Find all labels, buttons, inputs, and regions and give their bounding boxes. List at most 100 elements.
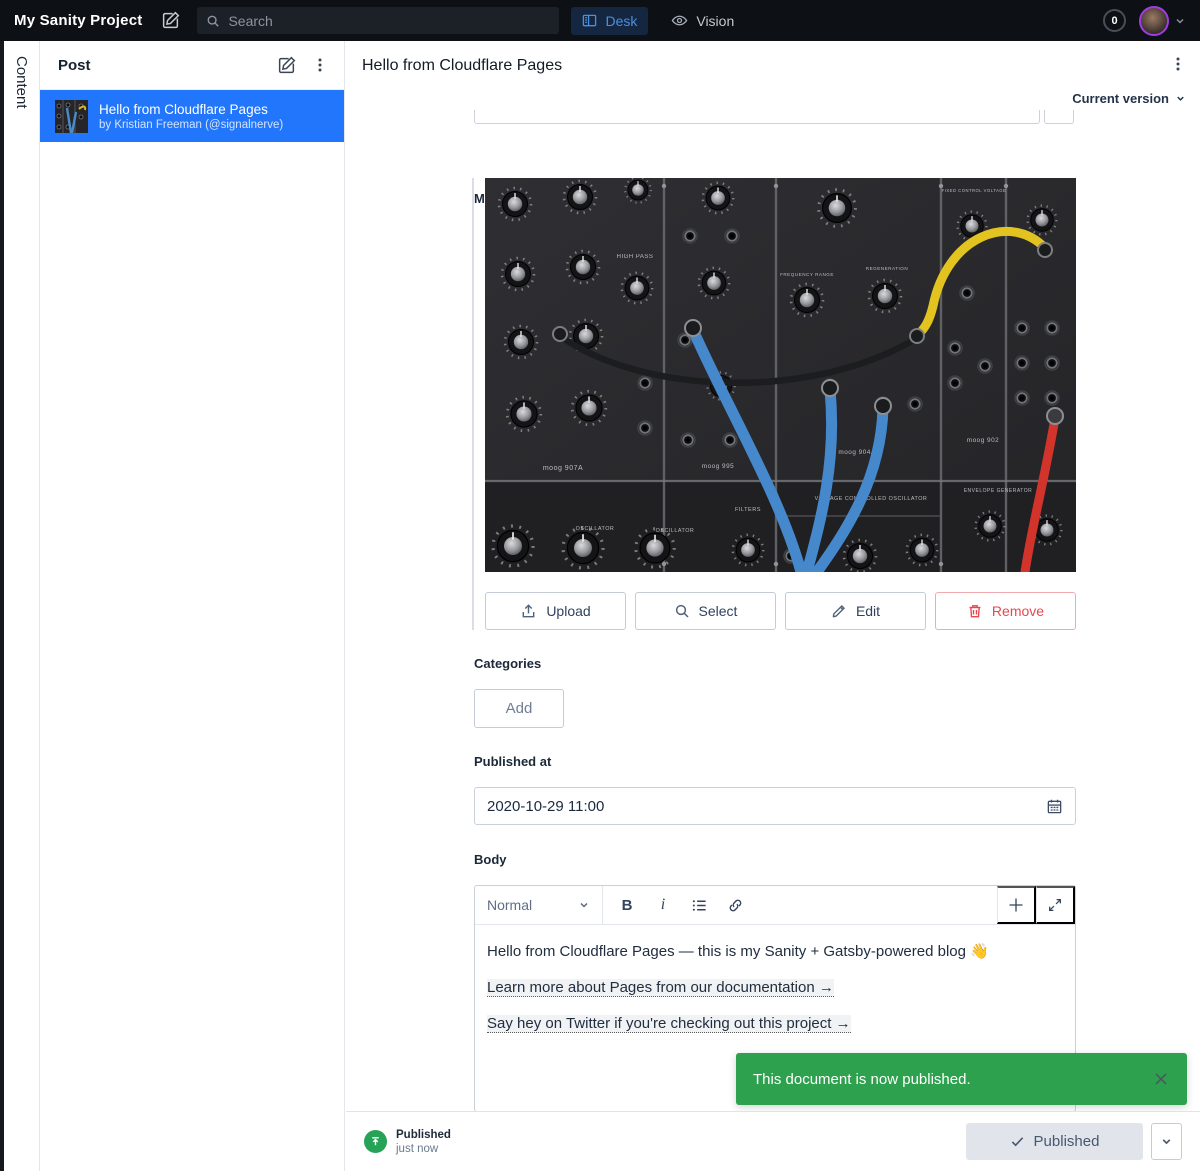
publish-toast: This document is now published. — [736, 1053, 1187, 1105]
body-paragraph: Hello from Cloudflare Pages — this is my… — [487, 943, 989, 960]
chevron-down-icon — [1176, 18, 1184, 24]
list-item-title: Hello from Cloudflare Pages — [99, 101, 268, 117]
publish-button[interactable]: Published — [966, 1123, 1143, 1160]
list-menu-button[interactable] — [312, 57, 328, 73]
bold-button[interactable]: B — [611, 890, 643, 920]
insert-block-button[interactable] — [997, 886, 1036, 924]
slug-field-partial[interactable] — [474, 110, 1040, 124]
list-item-thumbnail — [55, 99, 88, 133]
desk-icon — [583, 14, 597, 27]
list-item-subtitle: by Kristian Freeman (@signalnerve) — [99, 118, 284, 131]
synth-label: moog 904A — [838, 449, 875, 456]
chevron-down-icon — [1162, 1139, 1171, 1145]
published-at-label: Published at — [474, 754, 552, 769]
italic-button[interactable]: i — [647, 890, 679, 920]
check-icon — [1011, 1137, 1023, 1147]
top-navbar: My Sanity Project Desk Vision 0 — [0, 0, 1200, 41]
tab-desk[interactable]: Desk — [571, 6, 649, 35]
synth-label: OSCILLATOR — [576, 526, 615, 532]
slug-generate-button-partial[interactable] — [1044, 110, 1074, 124]
dots-vertical-icon — [318, 58, 322, 72]
project-title: My Sanity Project — [14, 12, 143, 29]
published-status-icon — [364, 1130, 387, 1153]
publish-menu-button[interactable] — [1151, 1123, 1182, 1160]
document-footer: Published just now Published — [346, 1111, 1200, 1171]
bullet-list-icon — [692, 899, 706, 911]
synth-label: moog 907A — [543, 465, 583, 472]
tab-desk-label: Desk — [605, 12, 638, 29]
field-change-bar — [472, 178, 474, 630]
synth-label: moog 902 — [967, 437, 999, 444]
synth-label: moog 995 — [702, 463, 734, 470]
content-pane-strip[interactable]: Content — [4, 41, 40, 1171]
synth-label: OSCILLATOR — [656, 528, 695, 534]
upload-button[interactable]: Upload — [485, 592, 626, 630]
tab-vision[interactable]: Vision — [660, 7, 745, 35]
edit-button[interactable]: Edit — [785, 592, 926, 630]
expand-icon — [1049, 899, 1061, 911]
search-icon — [208, 15, 220, 27]
main-image-preview[interactable]: HIGH PASS FREQUENCY RANGE REGENERATION F… — [485, 178, 1076, 572]
body-paragraph: Learn more about Pages from our document… — [487, 977, 1063, 998]
list-item[interactable]: Hello from Cloudflare Pages by Kristian … — [40, 90, 344, 142]
toast-close-button[interactable] — [1152, 1070, 1170, 1088]
body-link[interactable]: Learn more about Pages from our document… — [487, 979, 834, 997]
document-title: Hello from Cloudflare Pages — [362, 57, 563, 74]
synth-label: VOLTAGE CONTROLLED OSCILLATOR — [815, 496, 928, 502]
content-strip-label: Content — [13, 56, 30, 109]
list-title: Post — [58, 56, 91, 74]
text-style-value: Normal — [487, 897, 533, 913]
document-menu-button[interactable] — [1170, 56, 1186, 72]
categories-label: Categories — [474, 656, 542, 671]
published-at-field — [474, 787, 1076, 825]
synth-label: REGENERATION — [866, 266, 908, 271]
publish-status-text: Published — [396, 1128, 451, 1141]
sanity-studio: My Sanity Project Desk Vision 0 Content … — [0, 0, 1200, 1171]
upload-icon — [522, 603, 535, 617]
bullet-list-button[interactable] — [683, 890, 715, 920]
remove-button[interactable]: Remove — [935, 592, 1076, 630]
body-label: Body — [474, 852, 507, 867]
image-actions: Upload Select Edit Remove — [485, 592, 1076, 630]
add-category-button[interactable]: Add — [474, 689, 564, 728]
body-paragraph: Say hey on Twitter if you're checking ou… — [487, 1013, 1063, 1034]
calendar-button[interactable] — [1046, 798, 1063, 815]
text-style-select[interactable]: Normal — [475, 886, 603, 924]
create-post-button[interactable] — [277, 56, 296, 75]
synth-label: FREQUENCY RANGE — [780, 272, 834, 277]
fullscreen-button[interactable] — [1036, 886, 1075, 924]
version-label: Current version — [1072, 91, 1169, 106]
plus-icon — [1009, 898, 1023, 912]
new-document-button[interactable] — [158, 9, 182, 33]
link-button[interactable] — [719, 890, 751, 920]
select-button[interactable]: Select — [635, 592, 776, 630]
body-link[interactable]: Say hey on Twitter if you're checking ou… — [487, 1015, 851, 1033]
format-buttons: B i — [603, 886, 759, 924]
publish-time-text: just now — [396, 1142, 439, 1155]
search-icon — [675, 604, 689, 618]
published-at-input[interactable] — [487, 797, 1046, 815]
trash-icon — [969, 605, 981, 618]
chevron-down-icon — [1177, 96, 1184, 101]
eye-icon — [671, 15, 688, 26]
compose-icon — [162, 11, 180, 29]
compose-icon — [278, 56, 296, 73]
notification-badge[interactable]: 0 — [1103, 9, 1126, 32]
synth-label: FILTERS — [735, 507, 761, 513]
link-icon — [729, 899, 741, 911]
toast-message: This document is now published. — [753, 1070, 971, 1088]
synth-label: HIGH PASS — [617, 254, 654, 260]
document-editor-panel: Hello from Cloudflare Pages Current vers… — [346, 41, 1200, 1171]
search-input[interactable] — [228, 12, 551, 29]
synth-label: FIXED CONTROL VOLTAGE — [942, 188, 1007, 193]
editor-toolbar: Normal B i — [475, 886, 1075, 925]
body-content[interactable]: Hello from Cloudflare Pages — this is my… — [475, 925, 1075, 1065]
synth-label: ENVELOPE GENERATOR — [964, 488, 1033, 494]
user-menu-chevron[interactable] — [1174, 15, 1186, 27]
calendar-icon — [1047, 799, 1062, 813]
document-list-panel: Post Hello from Cloudflare Pages by Kris… — [40, 41, 345, 1171]
version-selector[interactable]: Current version — [1072, 91, 1186, 106]
close-icon — [1155, 1073, 1167, 1085]
user-avatar[interactable] — [1139, 5, 1169, 36]
chevron-down-icon — [580, 902, 588, 908]
